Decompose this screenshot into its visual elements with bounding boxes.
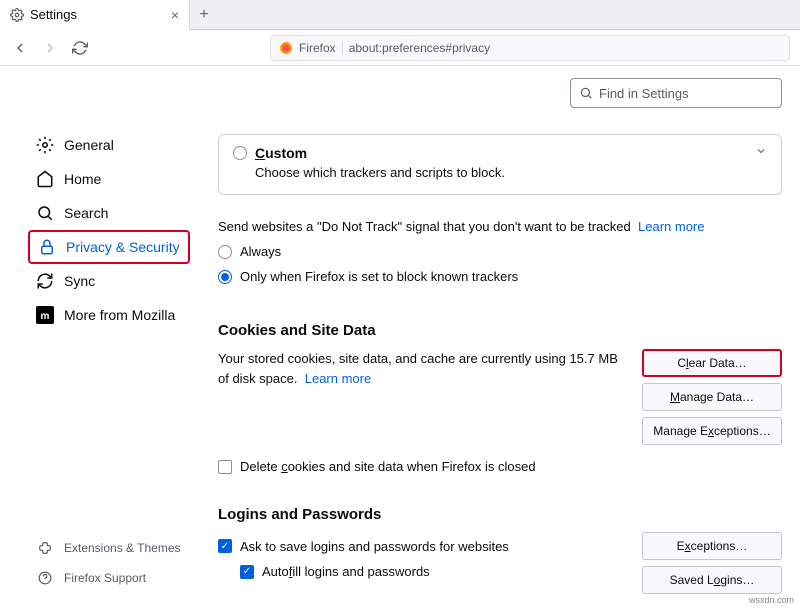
cookies-learn-more[interactable]: Learn more [305, 371, 371, 386]
lock-icon [38, 238, 56, 256]
custom-desc: Choose which trackers and scripts to blo… [255, 165, 767, 180]
logins-heading: Logins and Passwords [218, 504, 626, 527]
custom-title: Custom [255, 145, 307, 161]
close-icon[interactable]: × [171, 7, 179, 23]
radio-only-block[interactable] [218, 270, 232, 284]
radio-always-label: Always [240, 244, 281, 259]
manage-data-button[interactable]: Manage Data… [642, 383, 782, 411]
mozilla-icon: m [36, 306, 54, 324]
sidebar-footer-label: Firefox Support [64, 571, 146, 585]
gear-icon [10, 8, 24, 22]
radio-only-block-label: Only when Firefox is set to block known … [240, 269, 518, 284]
ask-save-checkbox[interactable] [218, 539, 232, 553]
sidebar-item-label: Home [64, 171, 101, 187]
svg-text:m: m [41, 311, 50, 322]
sidebar-item-label: General [64, 137, 114, 153]
search-icon [36, 204, 54, 222]
custom-option[interactable]: Custom Choose which trackers and scripts… [218, 134, 782, 195]
sidebar-item-more[interactable]: m More from Mozilla [28, 298, 190, 332]
radio-custom[interactable] [233, 146, 247, 160]
sidebar: General Home Search Privacy & Security S… [0, 66, 200, 609]
sidebar-item-sync[interactable]: Sync [28, 264, 190, 298]
chevron-down-icon [755, 145, 767, 157]
ask-save-label: Ask to save logins and passwords for web… [240, 537, 509, 557]
search-icon [579, 86, 593, 100]
sidebar-item-search[interactable]: Search [28, 196, 190, 230]
url-bar[interactable]: Firefox about:preferences#privacy [270, 35, 790, 61]
autofill-checkbox[interactable] [240, 565, 254, 579]
puzzle-icon [36, 539, 54, 557]
nav-toolbar: Firefox about:preferences#privacy [0, 30, 800, 66]
tab-title: Settings [30, 7, 77, 22]
tab-settings[interactable]: Settings × [0, 0, 190, 30]
delete-on-close-label: Delete cookies and site data when Firefo… [240, 459, 536, 474]
home-icon [36, 170, 54, 188]
autofill-label: Autofill logins and passwords [262, 562, 430, 582]
sidebar-extensions[interactable]: Extensions & Themes [28, 535, 190, 561]
sidebar-footer-label: Extensions & Themes [64, 541, 181, 555]
reload-button[interactable] [70, 38, 90, 58]
sidebar-item-privacy[interactable]: Privacy & Security [28, 230, 190, 264]
forward-button[interactable] [40, 38, 60, 58]
search-input[interactable]: Find in Settings [570, 78, 782, 108]
manage-exceptions-button[interactable]: Manage Exceptions… [642, 417, 782, 445]
sidebar-item-general[interactable]: General [28, 128, 190, 162]
clear-data-button[interactable]: Clear Data… [642, 349, 782, 377]
sidebar-item-label: Sync [64, 273, 95, 289]
search-placeholder: Find in Settings [599, 86, 689, 101]
gear-icon [36, 136, 54, 154]
dnt-learn-more[interactable]: Learn more [638, 219, 704, 234]
radio-always[interactable] [218, 245, 232, 259]
tab-strip: Settings × + [0, 0, 800, 30]
back-button[interactable] [10, 38, 30, 58]
watermark: wsxdn.com [749, 595, 794, 605]
url-identity: Firefox [299, 41, 343, 55]
sidebar-support[interactable]: Firefox Support [28, 565, 190, 591]
cookies-usage: Your stored cookies, site data, and cach… [218, 349, 626, 445]
sidebar-item-home[interactable]: Home [28, 162, 190, 196]
url-text: about:preferences#privacy [349, 41, 490, 55]
cookies-heading: Cookies and Site Data [218, 322, 782, 339]
sidebar-item-label: More from Mozilla [64, 307, 175, 323]
sync-icon [36, 272, 54, 290]
sidebar-item-label: Privacy & Security [66, 239, 180, 255]
new-tab-button[interactable]: + [190, 6, 218, 24]
question-icon [36, 569, 54, 587]
delete-on-close-checkbox[interactable] [218, 460, 232, 474]
saved-logins-button[interactable]: Saved Logins… [642, 566, 782, 594]
sidebar-item-label: Search [64, 205, 108, 221]
firefox-icon [279, 41, 293, 55]
dnt-text: Send websites a "Do Not Track" signal th… [218, 219, 782, 234]
main-panel: Find in Settings Custom Choose which tra… [200, 66, 800, 609]
logins-exceptions-button[interactable]: Exceptions… [642, 532, 782, 560]
